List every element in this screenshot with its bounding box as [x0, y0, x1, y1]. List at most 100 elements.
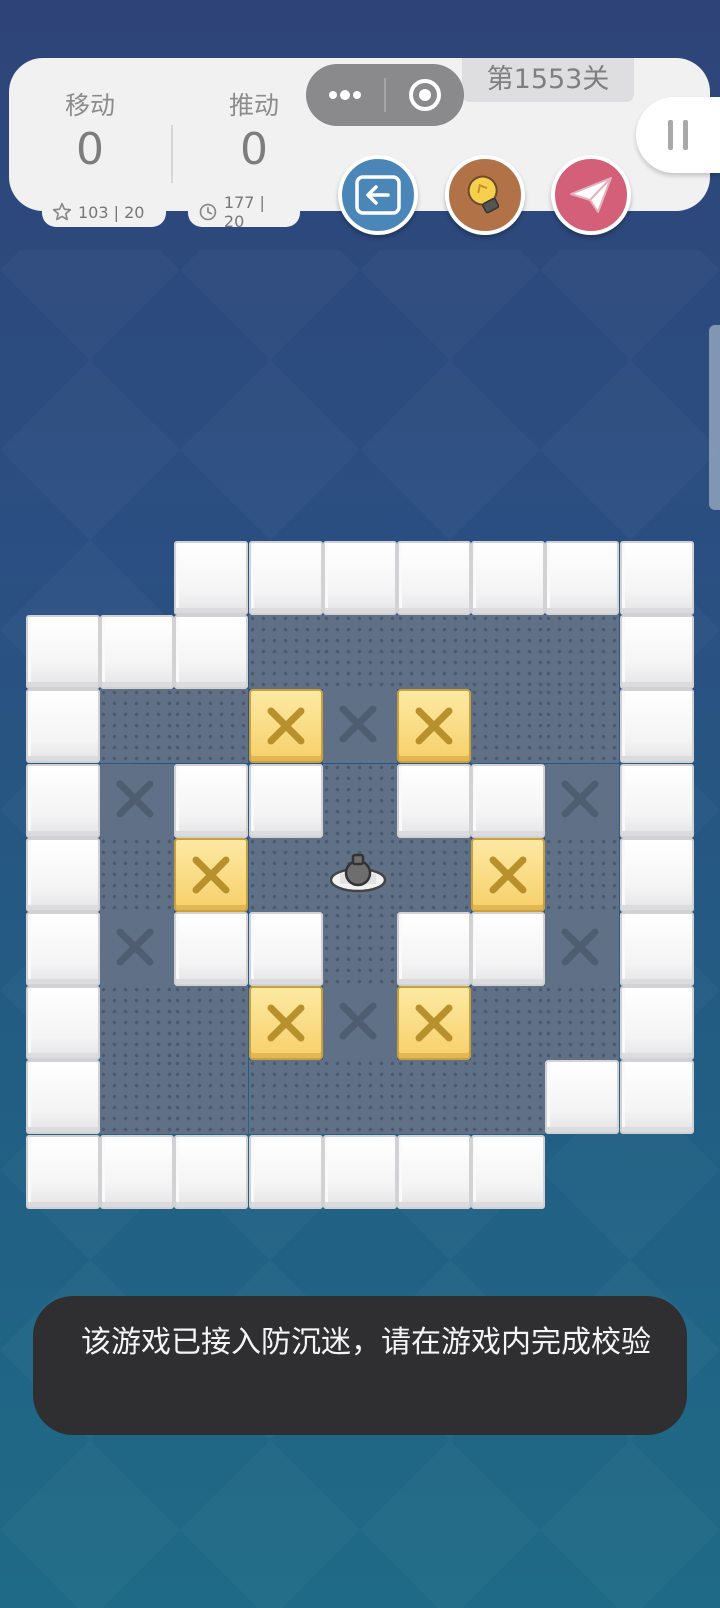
- floor-tile: [322, 1060, 397, 1135]
- pushes-label: 推动: [228, 91, 279, 120]
- wall-tile: [619, 763, 694, 838]
- moves-record-text: 103 | 20: [78, 202, 145, 222]
- floor-tile: [100, 837, 175, 912]
- pushes-record: 177 | 20: [188, 193, 300, 231]
- goal-tile: [322, 986, 397, 1061]
- floor-tile: [545, 837, 620, 912]
- pause-icon-bar: [683, 120, 688, 150]
- wall-tile: [397, 541, 471, 615]
- target-circle-icon: [409, 79, 441, 111]
- floor-tile: [100, 1060, 175, 1135]
- wall-tile: [26, 689, 100, 764]
- floor-tile: [471, 615, 546, 690]
- goal-tile: [100, 912, 175, 986]
- wall-tile: [100, 1134, 175, 1209]
- pause-button[interactable]: [636, 97, 720, 173]
- floor-tile: [322, 837, 397, 912]
- wall-tile: [619, 986, 694, 1061]
- wall-tile: [100, 615, 175, 690]
- box-on-goal[interactable]: [174, 837, 249, 912]
- miniprogram-capsule: [306, 64, 464, 126]
- undo-arrow-icon: [355, 175, 401, 215]
- player-character[interactable]: [323, 838, 393, 908]
- goal-tile: [322, 689, 397, 764]
- wall-tile: [397, 912, 471, 986]
- wall-tile: [26, 763, 100, 838]
- floor-tile: [248, 837, 323, 912]
- anti-addiction-toast: 该游戏已接入防沉迷，请在游戏内完成校验: [33, 1296, 687, 1435]
- floor-tile: [397, 1060, 471, 1135]
- paper-plane-icon: [570, 177, 612, 213]
- floor-tile: [322, 912, 397, 986]
- floor-tile: [545, 986, 620, 1061]
- box-on-goal[interactable]: [471, 837, 546, 912]
- wall-tile: [26, 986, 100, 1061]
- game-board[interactable]: [26, 541, 694, 1209]
- floor-tile: [248, 615, 323, 690]
- wall-tile: [545, 541, 620, 615]
- wall-tile: [248, 541, 323, 615]
- wall-tile: [619, 615, 694, 690]
- close-button[interactable]: [386, 64, 464, 126]
- wall-tile: [174, 1134, 249, 1209]
- wall-tile: [471, 912, 546, 986]
- floor-tile: [174, 986, 249, 1061]
- floor-tile: [322, 615, 397, 690]
- floor-tile: [174, 1060, 249, 1135]
- star-icon: [52, 202, 72, 221]
- toast-message: 该游戏已接入防沉迷，请在游戏内完成校验: [81, 1325, 651, 1360]
- wall-tile: [248, 912, 323, 986]
- floor-tile: [545, 615, 620, 690]
- wall-tile: [26, 615, 100, 690]
- wall-tile: [397, 763, 471, 838]
- floor-tile: [471, 689, 546, 764]
- pause-icon: [668, 120, 673, 150]
- box-on-goal[interactable]: [397, 986, 471, 1061]
- box-on-goal[interactable]: [248, 986, 323, 1061]
- wall-tile: [174, 912, 249, 986]
- wall-tile: [619, 689, 694, 764]
- floor-tile: [248, 1060, 323, 1135]
- floor-tile: [174, 689, 249, 764]
- wall-tile: [619, 912, 694, 986]
- wall-tile: [26, 1134, 100, 1209]
- wall-tile: [26, 912, 100, 986]
- wall-tile: [174, 615, 249, 690]
- box-on-goal[interactable]: [397, 689, 471, 764]
- wall-tile: [248, 1134, 323, 1209]
- floor-tile: [471, 1060, 546, 1135]
- level-indicator: 第1553关: [462, 58, 634, 102]
- moves-label: 移动: [64, 91, 115, 120]
- more-dots-icon: [329, 90, 361, 100]
- pushes-record-text: 177 | 20: [223, 193, 265, 231]
- wall-tile: [471, 541, 546, 615]
- clock-icon: [199, 203, 217, 221]
- wall-tile: [471, 763, 546, 838]
- floor-tile: [100, 689, 175, 764]
- more-button[interactable]: [306, 64, 384, 126]
- wall-tile: [322, 541, 397, 615]
- floor-tile: [471, 986, 546, 1061]
- goal-tile: [545, 912, 620, 986]
- floor-tile: [397, 615, 471, 690]
- wall-tile: [174, 541, 249, 615]
- undo-button[interactable]: [338, 155, 418, 235]
- wall-tile: [248, 763, 323, 838]
- wall-tile: [26, 1060, 100, 1135]
- wall-tile: [619, 541, 694, 615]
- wall-tile: [397, 1134, 471, 1209]
- moves-value: 0: [76, 124, 104, 175]
- box-on-goal[interactable]: [248, 689, 323, 764]
- wall-tile: [545, 1060, 620, 1135]
- wall-tile: [619, 1060, 694, 1135]
- hint-button[interactable]: [445, 155, 525, 235]
- wall-tile: [26, 837, 100, 912]
- wall-tile: [619, 837, 694, 912]
- wall-tile: [322, 1134, 397, 1209]
- share-button[interactable]: [551, 155, 631, 235]
- pushes-value: 0: [240, 124, 268, 175]
- floor-tile: [100, 986, 175, 1061]
- scroll-handle[interactable]: [709, 325, 720, 510]
- lightbulb-icon: [467, 175, 500, 214]
- floor-tile: [322, 763, 397, 838]
